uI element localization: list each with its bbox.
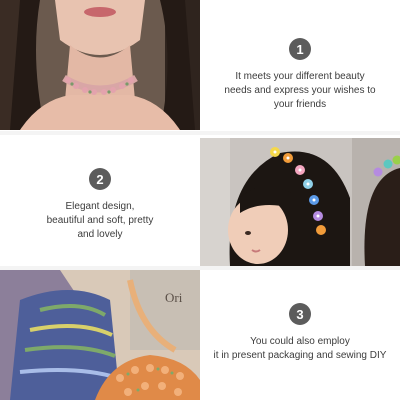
number-badge-3: 3: [289, 303, 311, 325]
feature-3: 3 You could also employ it in present pa…: [205, 303, 395, 363]
number-badge-2: 2: [89, 168, 111, 190]
choker-photo: [0, 0, 200, 130]
headband-photo: [200, 138, 400, 266]
divider-1: [0, 131, 400, 135]
feature-2-text: Elegant design, beautiful and soft, pret…: [46, 201, 154, 240]
number-badge-1: 1: [289, 38, 311, 60]
newsprint-text: Ori: [165, 290, 183, 305]
bags-photo: Ori: [0, 270, 200, 400]
feature-1: 1 It meets your different beauty needs a…: [215, 38, 385, 112]
feature-2: 2 Elegant design, beautiful and soft, pr…: [15, 168, 185, 242]
feature-3-text: You could also employ it in present pack…: [213, 336, 387, 361]
feature-1-text: It meets your different beauty needs and…: [224, 71, 376, 110]
